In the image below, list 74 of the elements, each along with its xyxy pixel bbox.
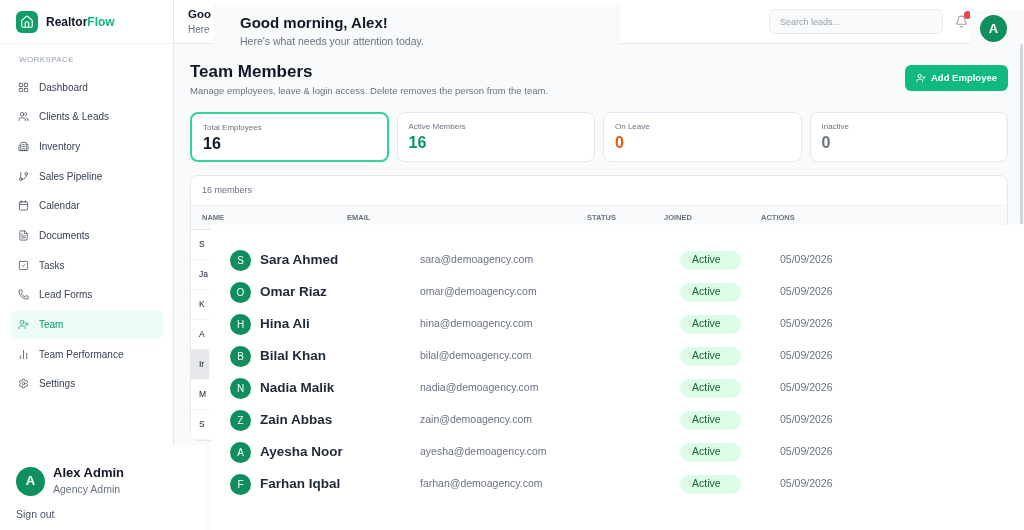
member-name: Hina Ali	[260, 314, 311, 333]
nav-item[interactable]: Inventory	[10, 132, 163, 161]
nav-item[interactable]: Calendar	[10, 191, 163, 220]
nav-item[interactable]: Clients & Leads	[10, 102, 163, 131]
member-email: omar@demoagency.com	[420, 284, 538, 300]
member-avatar: H	[230, 313, 251, 335]
member-name: Farhan Iqbal	[260, 474, 342, 493]
member-avatar: B	[230, 345, 251, 367]
joined-date: 05/09/2026	[780, 348, 833, 364]
nav-item[interactable]: Tasks	[10, 251, 163, 280]
search-field[interactable]: Search leads...	[769, 9, 943, 34]
member-email: hina@demoagency.com	[420, 316, 534, 332]
nav-item[interactable]: Settings	[10, 369, 163, 398]
joined-date: 05/09/2026	[780, 252, 833, 268]
nav-item[interactable]: Team	[10, 310, 163, 339]
header-subtitle: Here	[188, 22, 211, 37]
nav-item[interactable]: Documents	[10, 221, 163, 250]
status-badge: Active	[680, 346, 741, 366]
joined-date: 05/09/2026	[780, 444, 833, 460]
joined-date: 05/09/2026	[780, 412, 833, 428]
section-label: WORKSPACE	[19, 54, 75, 66]
member-name: Nadia Malik	[260, 378, 336, 397]
greeting-title: Good morning, Alex!	[240, 13, 389, 33]
greeting-subtitle: Here's what needs your attention today.	[240, 34, 425, 49]
status-badge: Active	[680, 250, 741, 270]
stat-label: Active Members	[408, 121, 467, 134]
member-email: zain@demoagency.com	[420, 412, 534, 428]
header-title: Goo	[188, 6, 211, 22]
nav-item[interactable]: Lead Forms	[10, 280, 163, 309]
user-avatar[interactable]: A	[16, 466, 45, 496]
stat-value: 16	[203, 134, 222, 155]
member-name: Bilal Khan	[260, 346, 327, 365]
member-avatar: O	[230, 281, 251, 303]
member-email: farhan@demoagency.com	[420, 476, 544, 492]
stat-label: Total Employees	[203, 122, 263, 135]
stat-value: 16	[408, 133, 428, 154]
stat-value: 0	[615, 133, 625, 154]
page-title: Team Members	[190, 62, 314, 82]
status-badge: Active	[680, 282, 741, 302]
joined-date: 05/09/2026	[780, 476, 833, 492]
sign-out-link[interactable]: Sign out	[16, 507, 205, 523]
member-avatar: Z	[230, 409, 251, 431]
nav-item[interactable]: Sales Pipeline	[10, 162, 163, 191]
member-email: ayesha@demoagency.com	[420, 444, 548, 460]
member-avatar: S	[230, 249, 251, 271]
joined-date: 05/09/2026	[780, 380, 833, 396]
member-avatar: N	[230, 377, 251, 399]
stat-value: 0	[821, 133, 832, 154]
user-role: Agency Admin	[53, 482, 122, 497]
member-avatar: F	[230, 473, 251, 495]
joined-date: 05/09/2026	[780, 316, 833, 332]
nav-item[interactable]: Team Performance	[10, 340, 163, 369]
member-email: sara@demoagency.com	[420, 252, 535, 268]
member-name: Omar Riaz	[260, 282, 328, 301]
stat-label: Inactive	[821, 121, 851, 134]
status-badge: Active	[680, 442, 741, 462]
brand-name: RealtorFlow	[46, 13, 115, 31]
member-name: Ayesha Noor	[260, 442, 344, 461]
user-name: Alex Admin	[53, 465, 125, 481]
member-email: bilal@demoagency.com	[420, 348, 533, 364]
member-name: Zain Abbas	[260, 410, 334, 429]
status-badge: Active	[680, 410, 741, 430]
member-email: nadia@demoagency.com	[420, 380, 540, 396]
status-badge: Active	[680, 314, 741, 334]
stat-label: On Leave	[615, 121, 651, 134]
member-name: Sara Ahmed	[260, 250, 340, 269]
status-badge: Active	[680, 378, 741, 398]
name-cell[interactable]: Ir	[191, 350, 209, 380]
joined-date: 05/09/2026	[780, 284, 833, 300]
profile-avatar[interactable]: A	[980, 15, 1007, 42]
status-badge: Active	[680, 474, 741, 494]
nav-item[interactable]: Dashboard	[10, 73, 163, 101]
member-avatar: A	[230, 441, 251, 463]
page-subtitle: Manage employees, leave & login access. Delete removes the person from the team.	[190, 84, 549, 98]
